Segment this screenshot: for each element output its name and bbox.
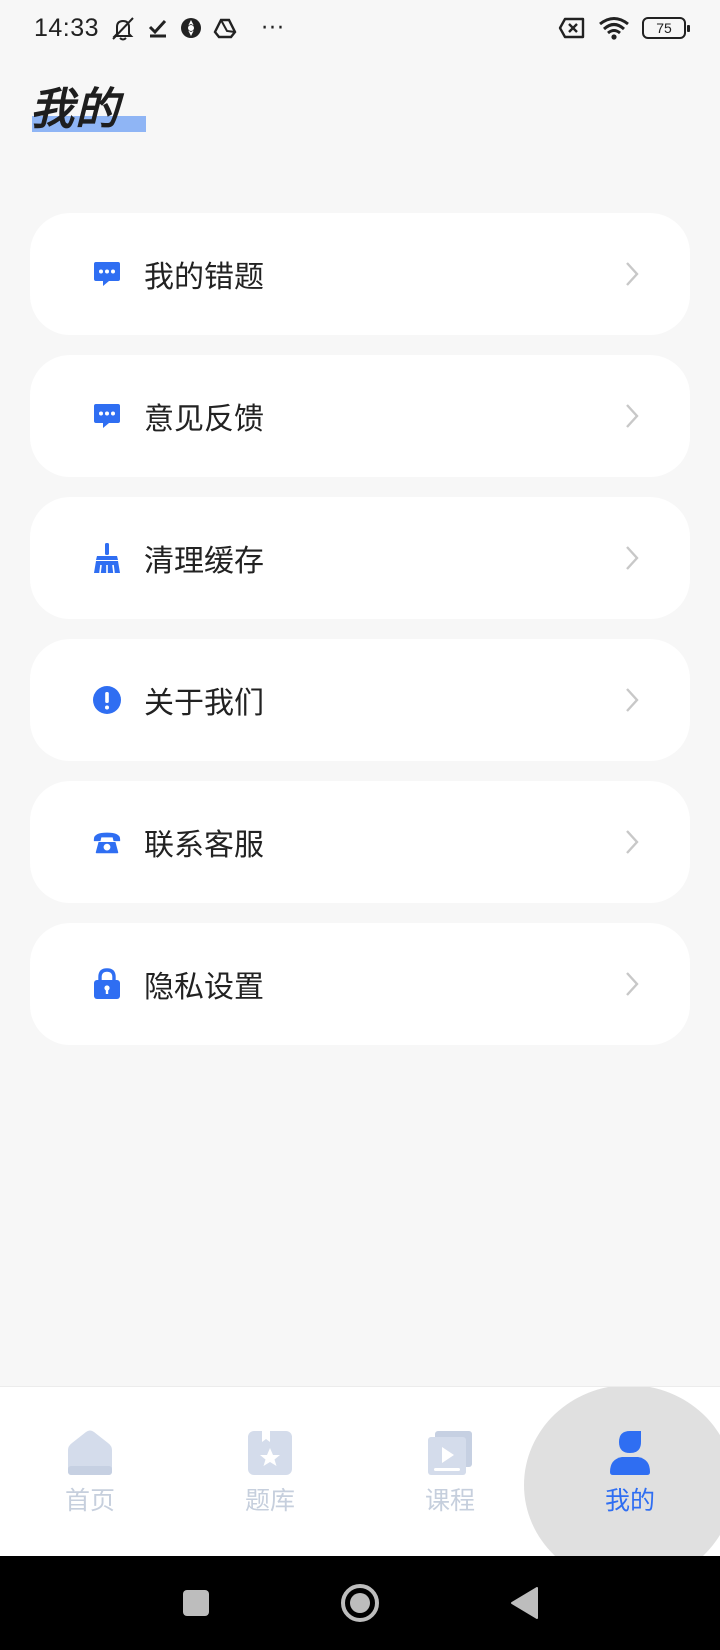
chevron-right-icon: [622, 259, 642, 289]
menu-item-about-us[interactable]: 关于我们: [30, 639, 690, 761]
page-title: 我的: [30, 84, 120, 135]
course-icon: [424, 1427, 476, 1479]
drive-icon: [213, 17, 237, 39]
info-icon: [92, 685, 122, 715]
circle-icon: [341, 1584, 379, 1622]
bottom-nav: 首页 题库 课程 我的: [0, 1386, 720, 1556]
chat-bubble-icon: [92, 259, 122, 289]
nav-item-profile[interactable]: 我的: [540, 1387, 720, 1556]
square-icon: [183, 1590, 209, 1616]
nav-item-courses[interactable]: 课程: [360, 1387, 540, 1556]
chat-bubble-icon: [92, 401, 122, 431]
question-bank-icon: [244, 1427, 296, 1479]
home-button[interactable]: [338, 1556, 382, 1650]
home-icon: [64, 1427, 116, 1479]
menu-item-label: 隐私设置: [144, 970, 264, 1005]
status-bar: 14:33 ··· 75: [0, 0, 720, 56]
status-left: 14:33 ···: [34, 14, 285, 43]
chevron-right-icon: [622, 827, 642, 857]
menu-item-label: 关于我们: [144, 686, 264, 721]
sim-x-icon: [558, 16, 586, 40]
status-time: 14:33: [34, 13, 100, 42]
menu-list: 我的错题 意见反馈 清理缓存 关于我们 联系客服 隐私设置: [30, 213, 690, 1065]
menu-item-feedback[interactable]: 意见反馈: [30, 355, 690, 477]
wifi-icon: [598, 15, 630, 41]
menu-item-label: 意见反馈: [144, 402, 264, 437]
chevron-right-icon: [622, 401, 642, 431]
ellipsis-icon: ···: [261, 15, 286, 41]
system-nav-bar: [0, 1556, 720, 1650]
broom-icon: [92, 543, 122, 574]
chevron-right-icon: [622, 969, 642, 999]
chevron-right-icon: [622, 685, 642, 715]
menu-item-wrong-questions[interactable]: 我的错题: [30, 213, 690, 335]
nav-item-home[interactable]: 首页: [0, 1387, 180, 1556]
battery-icon: 75: [642, 17, 690, 39]
menu-item-label: 我的错题: [144, 260, 264, 295]
menu-item-label: 清理缓存: [144, 544, 264, 579]
mute-icon: [109, 15, 137, 41]
nav-label: 我的: [604, 1486, 655, 1515]
phone-icon: [92, 827, 122, 857]
menu-item-privacy-settings[interactable]: 隐私设置: [30, 923, 690, 1045]
menu-item-customer-service[interactable]: 联系客服: [30, 781, 690, 903]
nav-item-question-bank[interactable]: 题库: [180, 1387, 360, 1556]
menu-item-label: 联系客服: [144, 828, 264, 863]
nav-label: 题库: [244, 1486, 295, 1515]
nav-label: 课程: [424, 1486, 475, 1515]
back-button[interactable]: [506, 1556, 542, 1650]
status-right: 75: [558, 15, 690, 41]
menu-item-clear-cache[interactable]: 清理缓存: [30, 497, 690, 619]
profile-icon: [604, 1427, 656, 1479]
recent-apps-button[interactable]: [176, 1556, 216, 1650]
aperture-icon: [179, 16, 203, 40]
lock-icon: [92, 968, 122, 999]
nav-label: 首页: [64, 1486, 115, 1515]
check-icon: [147, 17, 169, 39]
page-title-wrap: 我的: [30, 82, 146, 138]
triangle-back-icon: [511, 1587, 538, 1619]
chevron-right-icon: [622, 543, 642, 573]
